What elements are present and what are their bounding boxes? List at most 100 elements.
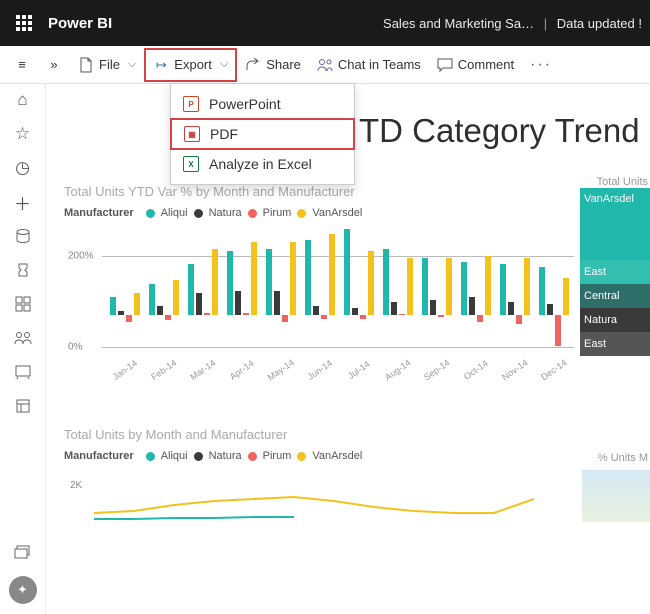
analyze-in-excel-item[interactable]: X Analyze in Excel: [171, 150, 354, 178]
bar[interactable]: [485, 256, 491, 315]
treemap-tile[interactable]: East: [580, 260, 650, 284]
export-icon: ↦: [153, 57, 169, 73]
bar[interactable]: [157, 306, 163, 315]
bar[interactable]: [360, 315, 366, 319]
expand-button[interactable]: »: [38, 50, 70, 80]
bar[interactable]: [243, 313, 249, 315]
bar[interactable]: [407, 258, 413, 315]
legend-label[interactable]: Aliqui: [161, 450, 188, 462]
bar[interactable]: [399, 314, 405, 315]
share-button[interactable]: Share: [237, 50, 309, 80]
bar[interactable]: [188, 264, 194, 315]
right-panel-title: Total Units: [580, 176, 650, 188]
bar[interactable]: [305, 240, 311, 315]
treemap-tile[interactable]: VanArsdel: [580, 188, 650, 260]
bar[interactable]: [134, 293, 140, 315]
bar[interactable]: [110, 297, 116, 315]
bar[interactable]: [251, 242, 257, 315]
bar[interactable]: [212, 249, 218, 315]
bar[interactable]: [368, 251, 374, 315]
shared-icon[interactable]: [13, 328, 33, 348]
home-icon[interactable]: ⌂: [13, 90, 33, 110]
bar[interactable]: [149, 284, 155, 315]
product-name[interactable]: Power BI: [48, 15, 112, 32]
file-menu-button[interactable]: File: [70, 50, 144, 80]
bar[interactable]: [469, 297, 475, 315]
legend-label[interactable]: Aliqui: [161, 207, 188, 219]
bar[interactable]: [524, 258, 530, 315]
export-menu-button[interactable]: ↦ Export: [144, 48, 237, 82]
chart-ytd-var[interactable]: Total Units YTD Var % by Month and Manuf…: [64, 184, 574, 526]
bar[interactable]: [290, 242, 296, 315]
legend-label[interactable]: Pirum: [263, 450, 292, 462]
bar[interactable]: [383, 249, 389, 315]
bar[interactable]: [391, 302, 397, 315]
bar[interactable]: [438, 315, 444, 317]
legend-label[interactable]: Natura: [209, 450, 242, 462]
export-powerpoint-item[interactable]: P PowerPoint: [171, 90, 354, 118]
report-name[interactable]: Sales and Marketing Sa…: [383, 16, 534, 31]
apps-icon[interactable]: [13, 294, 33, 314]
bar[interactable]: [235, 291, 241, 315]
more-options-button[interactable]: ···: [522, 50, 560, 80]
bar[interactable]: [126, 315, 132, 322]
bar[interactable]: [118, 311, 124, 315]
legend-label[interactable]: Natura: [209, 207, 242, 219]
y-tick: 0%: [68, 342, 82, 353]
bar[interactable]: [422, 258, 428, 315]
workspace-avatar-icon[interactable]: ✦: [9, 576, 37, 604]
bar[interactable]: [329, 234, 335, 315]
workspaces-icon[interactable]: [13, 396, 33, 416]
bar[interactable]: [508, 302, 514, 315]
bar[interactable]: [274, 291, 280, 315]
legend-swatch: [297, 209, 306, 218]
bar[interactable]: [196, 293, 202, 315]
bar[interactable]: [516, 315, 522, 324]
recent-icon[interactable]: ◷: [13, 158, 33, 178]
bar[interactable]: [555, 315, 561, 346]
bar[interactable]: [500, 264, 506, 315]
bar[interactable]: [282, 315, 288, 322]
create-icon[interactable]: ＋: [13, 192, 33, 212]
legend-label[interactable]: VanArsdel: [312, 207, 362, 219]
bar[interactable]: [313, 306, 319, 315]
bar[interactable]: [430, 300, 436, 315]
legend-label[interactable]: VanArsdel: [312, 450, 362, 462]
datasets-icon[interactable]: [13, 226, 33, 246]
nav-toggle-button[interactable]: ≡: [6, 50, 38, 80]
top-bar: Power BI Sales and Marketing Sa… | Data …: [0, 0, 650, 46]
treemap-tile[interactable]: Central: [580, 284, 650, 308]
my-workspace-icon[interactable]: [13, 542, 33, 562]
bar[interactable]: [344, 229, 350, 315]
bar[interactable]: [204, 313, 210, 315]
bar-group: [418, 227, 457, 359]
bar[interactable]: [539, 267, 545, 315]
app-launcher-icon[interactable]: [8, 7, 40, 39]
bar[interactable]: [547, 304, 553, 315]
favorites-icon[interactable]: ☆: [13, 124, 33, 144]
learn-icon[interactable]: [13, 362, 33, 382]
export-pdf-item[interactable]: ▦ PDF: [170, 118, 355, 150]
comment-button[interactable]: Comment: [429, 50, 522, 80]
map-thumbnail[interactable]: [582, 470, 650, 522]
bar[interactable]: [446, 258, 452, 315]
bar[interactable]: [461, 262, 467, 315]
legend-swatch: [194, 452, 203, 461]
bar[interactable]: [165, 315, 171, 320]
x-tick-label: Sep-14: [418, 355, 456, 386]
bar[interactable]: [173, 280, 179, 315]
treemap-tile[interactable]: East: [580, 332, 650, 356]
legend-label[interactable]: Pirum: [263, 207, 292, 219]
bar[interactable]: [563, 278, 569, 315]
chat-in-teams-button[interactable]: Chat in Teams: [309, 50, 429, 80]
comment-icon: [437, 57, 453, 73]
bar[interactable]: [321, 315, 327, 319]
goals-icon[interactable]: [13, 260, 33, 280]
treemap-tile[interactable]: Natura: [580, 308, 650, 332]
bar[interactable]: [352, 308, 358, 315]
x-tick-label: Oct-14: [457, 355, 495, 386]
bar[interactable]: [477, 315, 483, 322]
bar[interactable]: [266, 249, 272, 315]
legend-swatch: [248, 209, 257, 218]
bar[interactable]: [227, 251, 233, 315]
